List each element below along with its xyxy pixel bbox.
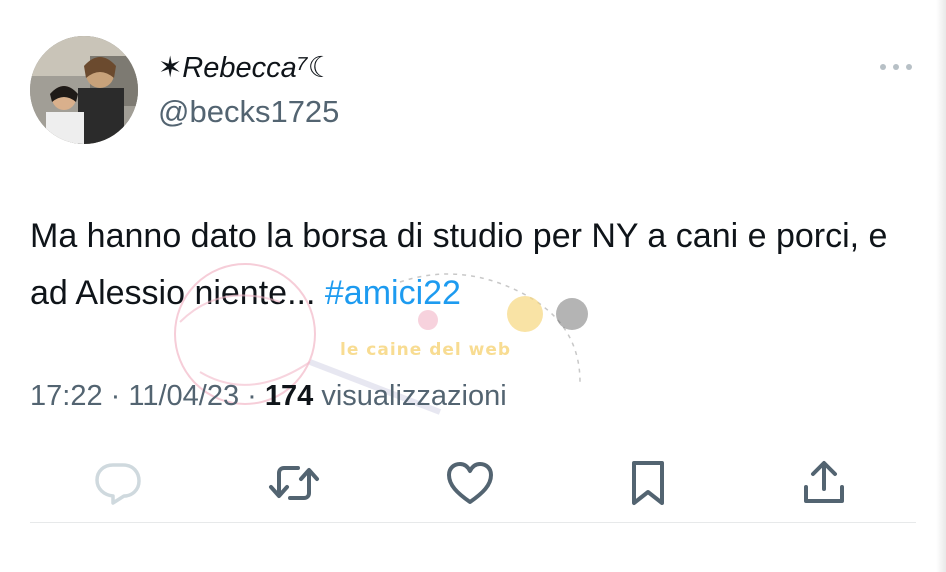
avatar[interactable]: [30, 36, 138, 144]
views-label: visualizzazioni: [313, 380, 507, 412]
action-bar: [0, 455, 946, 515]
retweet-button[interactable]: [264, 455, 324, 511]
author-display-name[interactable]: ✶Rebecca⁷☾: [158, 50, 334, 85]
meta-separator: ·: [239, 380, 265, 412]
divider: [30, 522, 916, 523]
tweet-text: Ma hanno dato la borsa di studio per NY …: [30, 208, 930, 322]
bookmark-button[interactable]: [618, 455, 678, 511]
share-button[interactable]: [794, 455, 854, 511]
bookmark-icon: [632, 461, 664, 505]
scrollbar[interactable]: [936, 0, 946, 572]
tweet-metadata: 17:22 · 11/04/23 · 174 visualizzazioni: [30, 380, 507, 413]
views-count: 174: [264, 380, 314, 412]
like-icon: [447, 462, 493, 504]
reply-button[interactable]: [88, 455, 148, 511]
tweet-time[interactable]: 17:22: [30, 380, 103, 412]
watermark-brand: le caine del web: [340, 340, 512, 360]
more-options-icon[interactable]: [876, 57, 916, 77]
like-button[interactable]: [440, 455, 500, 511]
retweet-icon: [269, 466, 319, 500]
reply-icon: [95, 463, 141, 505]
tweet-date[interactable]: 11/04/23: [128, 380, 239, 412]
meta-separator: ·: [102, 380, 129, 412]
avatar-photo: [30, 36, 138, 144]
share-icon: [804, 461, 844, 503]
hashtag-link[interactable]: #amici22: [325, 274, 461, 312]
author-handle[interactable]: @becks1725: [158, 94, 339, 130]
tweet-card: ✶Rebecca⁷☾ @becks1725 Ma hanno dato la b…: [0, 0, 946, 572]
